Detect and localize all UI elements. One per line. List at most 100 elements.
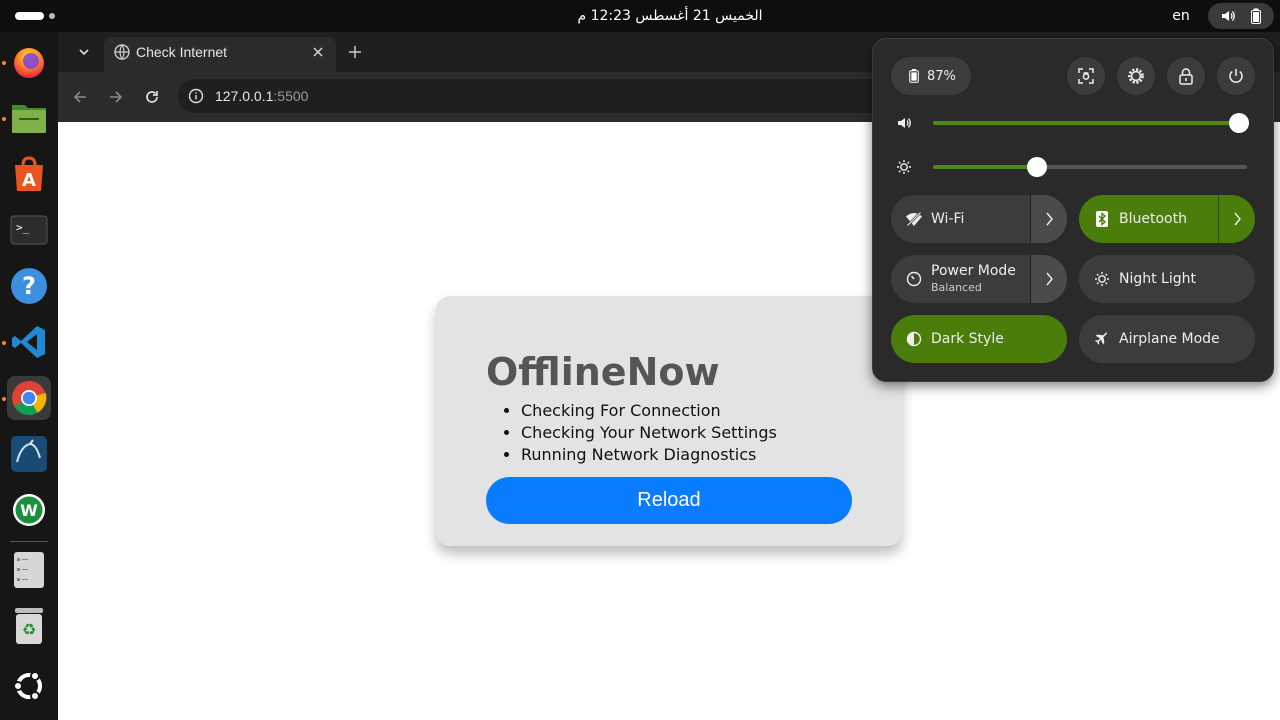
back-button[interactable] <box>68 85 92 109</box>
svg-text:>_: >_ <box>16 221 30 234</box>
trash-icon: ♻ <box>15 608 43 644</box>
battery-percent: 87% <box>927 68 956 84</box>
list-item: Checking Your Network Settings <box>521 422 777 444</box>
reload-page-button[interactable] <box>140 85 164 109</box>
dock-chrome[interactable] <box>7 376 51 420</box>
running-indicator <box>2 117 6 121</box>
svg-text:W: W <box>20 501 38 520</box>
app-center-icon: A <box>15 156 43 191</box>
screenshot-icon <box>1078 68 1094 84</box>
dock-terminal[interactable]: >_ <box>7 208 51 252</box>
system-menu-button[interactable] <box>1208 3 1274 29</box>
offline-card: OfflineNow Checking For Connection Check… <box>436 296 902 546</box>
volume-knob[interactable] <box>1229 113 1250 133</box>
terminal-icon: >_ <box>10 215 48 245</box>
brightness-slider[interactable] <box>895 155 1255 179</box>
chevron-down-icon <box>79 49 89 56</box>
refresh-icon <box>146 91 158 103</box>
airplane-icon <box>1093 330 1111 348</box>
brightness-fill <box>933 165 1037 169</box>
power-button[interactable] <box>1217 57 1255 95</box>
dock-app-center[interactable]: A <box>7 152 51 196</box>
dock-firefox[interactable] <box>7 40 51 84</box>
arrow-right-icon <box>110 91 123 103</box>
volume-slider[interactable] <box>895 111 1255 135</box>
airplane-mode-label: Airplane Mode <box>1119 331 1220 347</box>
dock-help[interactable]: ? <box>7 264 51 308</box>
top-bar: الخميس 21 أغسطس 12:23 م en <box>0 0 1280 32</box>
wifi-menu-button[interactable] <box>1030 195 1067 243</box>
reload-button[interactable]: Reload <box>486 477 852 524</box>
activities-indicator[interactable] <box>15 12 44 20</box>
power-mode-value: Balanced <box>931 281 982 294</box>
airplane-mode-toggle[interactable]: Airplane Mode <box>1079 315 1255 363</box>
lock-button[interactable] <box>1167 57 1205 95</box>
dock-file-manager[interactable] <box>7 548 51 592</box>
volume-icon <box>895 114 913 132</box>
volume-track[interactable] <box>933 113 1250 133</box>
battery-status-button[interactable]: 87% <box>891 57 971 95</box>
url-port: :5500 <box>273 88 309 104</box>
ubuntu-apps-icon <box>13 671 42 701</box>
forward-button[interactable] <box>104 85 128 109</box>
night-light-label: Night Light <box>1119 271 1196 287</box>
screenshot-button[interactable] <box>1067 57 1105 95</box>
settings-button[interactable] <box>1117 57 1155 95</box>
bluetooth-menu-button[interactable] <box>1218 195 1255 243</box>
tab-close-button[interactable] <box>310 44 326 60</box>
files-icon <box>12 105 46 133</box>
dock-separator <box>10 541 48 542</box>
tab-title: Check Internet <box>136 44 228 60</box>
chevron-right-icon <box>1046 212 1053 226</box>
svg-text:A: A <box>22 170 36 191</box>
wifi-off-icon <box>905 210 923 228</box>
chrome-icon <box>12 381 47 415</box>
url-text: 127.0.0.1:5500 <box>215 79 308 113</box>
dark-style-toggle[interactable]: Dark Style <box>891 315 1067 363</box>
workspace-dot[interactable] <box>49 13 55 19</box>
help-icon: ? <box>11 268 47 304</box>
night-light-icon <box>1093 270 1111 288</box>
dock-mysql-workbench[interactable] <box>7 432 51 476</box>
lock-icon <box>1179 68 1193 85</box>
running-indicator <box>2 341 6 345</box>
power-mode-toggle[interactable]: Power Mode Balanced <box>891 255 1067 303</box>
mysql-workbench-icon <box>11 436 47 472</box>
dock-vscode[interactable] <box>7 320 51 364</box>
bluetooth-label: Bluetooth <box>1119 211 1187 227</box>
tab-search-button[interactable] <box>72 40 96 64</box>
running-indicator <box>2 61 6 65</box>
brightness-knob[interactable] <box>1026 157 1047 177</box>
power-mode-menu-button[interactable] <box>1030 255 1067 303</box>
dock-show-apps[interactable] <box>7 664 51 708</box>
clock[interactable]: الخميس 21 أغسطس 12:23 م <box>540 0 800 32</box>
plus-icon <box>349 46 361 58</box>
arrow-left-icon <box>73 91 86 103</box>
night-light-toggle[interactable]: Night Light <box>1079 255 1255 303</box>
svg-text:♻: ♻ <box>22 620 36 639</box>
quick-settings-panel: 87% Wi-Fi Bluetooth Power Mode Balanced … <box>872 38 1274 382</box>
brightness-icon <box>895 158 913 176</box>
input-language-indicator[interactable]: en <box>1166 0 1196 32</box>
dock-trash[interactable]: ♻ <box>7 604 51 648</box>
info-icon[interactable] <box>188 88 204 108</box>
dock-whatsapp[interactable]: W <box>7 488 51 532</box>
wifi-toggle[interactable]: Wi-Fi <box>891 195 1067 243</box>
running-indicator <box>2 397 6 401</box>
close-icon <box>313 47 323 57</box>
dock-files[interactable] <box>7 96 51 140</box>
status-list: Checking For Connection Checking Your Ne… <box>521 400 777 466</box>
brightness-track[interactable] <box>933 157 1247 177</box>
dock: A >_ ? W ♻ <box>0 32 58 720</box>
volume-fill <box>933 121 1240 125</box>
new-tab-button[interactable] <box>344 41 366 63</box>
whatsapp-icon: W <box>13 494 45 526</box>
dark-style-icon <box>905 330 923 348</box>
bluetooth-toggle[interactable]: Bluetooth <box>1079 195 1255 243</box>
chevron-right-icon <box>1234 212 1241 226</box>
volume-icon <box>1220 8 1236 28</box>
dark-style-label: Dark Style <box>931 331 1004 347</box>
battery-icon <box>1250 8 1262 28</box>
tab-check-internet[interactable]: Check Internet <box>104 37 336 72</box>
chevron-right-icon <box>1046 272 1053 286</box>
